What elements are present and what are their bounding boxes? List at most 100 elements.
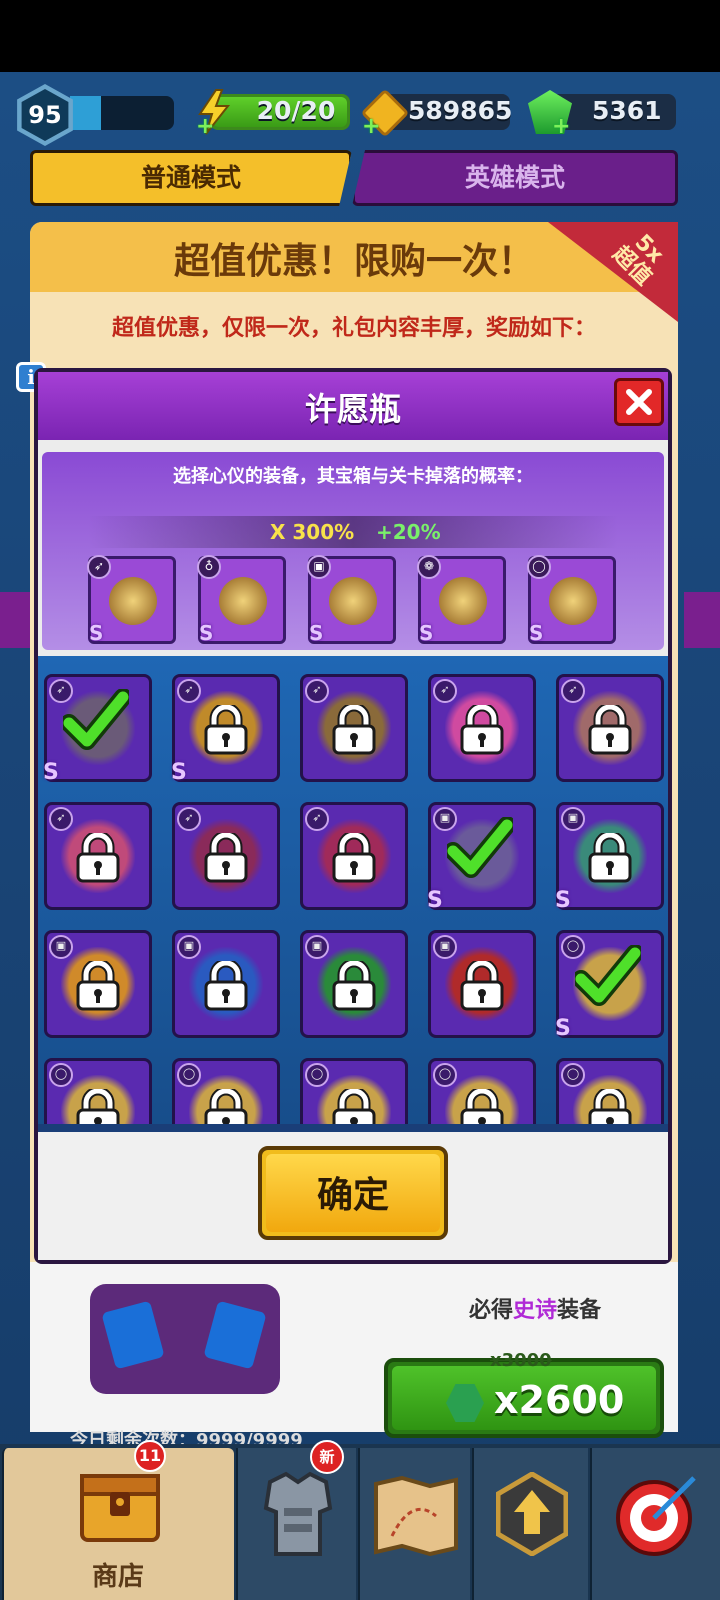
bow-category-icon: ➶ xyxy=(305,679,329,703)
checkmark-icon xyxy=(444,816,516,885)
book-category-icon: ▣ xyxy=(49,935,73,959)
add-gold-icon[interactable]: + xyxy=(362,116,380,138)
skull-tome-icon xyxy=(329,577,377,625)
grid-edge xyxy=(38,1124,668,1132)
ring-category-icon: ◯ xyxy=(305,1063,329,1087)
equipment-slot-boomerang-icon[interactable]: ➶ xyxy=(556,674,664,782)
xp-progress-bar xyxy=(70,96,174,130)
selected-item-gold-ring-icon[interactable]: ◯ S xyxy=(527,555,616,645)
armor-icon xyxy=(263,1471,333,1556)
lock-icon xyxy=(203,702,249,759)
ring-category-icon: ◯ xyxy=(433,1063,457,1087)
drop-rate-bonus: +20% xyxy=(376,520,441,544)
selected-item-skeleton-pet-icon[interactable]: ❁ S xyxy=(417,555,506,645)
close-icon xyxy=(626,389,652,415)
close-button[interactable] xyxy=(614,378,664,426)
add-gem-icon[interactable]: + xyxy=(552,116,570,138)
rarity-badge: S xyxy=(171,760,187,785)
lock-icon xyxy=(331,958,377,1015)
equipment-slot-orange-tome-icon[interactable]: ▣ xyxy=(44,930,152,1038)
ring-category-icon: ◯ xyxy=(49,1063,73,1087)
nav-item-map[interactable] xyxy=(358,1448,470,1600)
tab-hero-mode[interactable]: 英雄模式 xyxy=(352,150,678,206)
equipment-slot-blue-tome-icon[interactable]: ▣ xyxy=(172,930,280,1038)
drop-rate-multiplier: X 300% xyxy=(270,520,355,544)
xp-progress-fill xyxy=(70,96,101,130)
checkmark-icon xyxy=(572,944,644,1013)
equipment-slot-recurve-bow-icon[interactable]: ➶ xyxy=(300,802,408,910)
book-category-icon: ▣ xyxy=(561,807,585,831)
ring-category-icon: ◯ xyxy=(561,1063,585,1087)
upgrade-arrow-icon xyxy=(496,1472,568,1556)
equipment-slot-green-tome-icon[interactable]: ▣ xyxy=(300,930,408,1038)
equipment-slot-gold-ring-icon[interactable]: ◯ xyxy=(300,1058,408,1132)
crossbow-icon xyxy=(109,577,157,625)
equipment-slot-crossbow-icon[interactable]: ➶ S xyxy=(43,674,152,785)
equipment-grid[interactable]: ➶ S ➶ S ➶ ➶ ➶ ➶ ➶ ➶ ▣ S ▣ S ▣ ▣ ▣ ▣ ◯ S ◯ ◯ ◯ ◯ ◯ xyxy=(38,656,668,1132)
equipment-slot-scythe-icon[interactable]: ➶ xyxy=(172,802,280,910)
book-category-icon: ▣ xyxy=(177,935,201,959)
pet-category-icon: ❁ xyxy=(417,555,441,579)
guarantee-text: 必得史诗装备 xyxy=(468,1298,602,1323)
nav-item-upgrade[interactable] xyxy=(472,1448,588,1600)
lock-icon xyxy=(587,830,633,887)
lock-icon xyxy=(203,830,249,887)
shop-notification-badge: 11 xyxy=(134,1440,166,1472)
status-bar xyxy=(0,0,720,72)
rarity-badge: S xyxy=(555,1016,571,1041)
rarity-badge: S xyxy=(43,760,59,785)
map-icon xyxy=(374,1476,458,1556)
bow-category-icon: ➶ xyxy=(49,807,73,831)
bow-category-icon: ➶ xyxy=(433,679,457,703)
mystery-chest-icon xyxy=(90,1284,280,1394)
rarity-badge: S xyxy=(555,888,571,913)
bow-category-icon: ➶ xyxy=(87,555,111,579)
rarity-badge: S xyxy=(199,621,214,645)
equipment-slot-purple-tome-icon[interactable]: ▣ S xyxy=(427,802,536,913)
tab-normal-mode[interactable]: 普通模式 xyxy=(30,150,352,206)
nav-item-equipment[interactable] xyxy=(236,1448,356,1600)
bow-category-icon: ➶ xyxy=(177,679,201,703)
energy-value: 20/20 xyxy=(256,96,336,125)
selected-item-crossbow-icon[interactable]: ➶ S xyxy=(87,555,176,645)
game-screen: 95 + 20/20 + 589865 + 5361 普通模式 英雄模式 超值优… xyxy=(0,0,720,1600)
tab-hero-mode-label: 英雄模式 xyxy=(464,163,565,192)
side-panel-left xyxy=(0,592,30,648)
rarity-badge: S xyxy=(309,621,324,645)
equipment-slot-gold-ring-icon[interactable]: ◯ xyxy=(172,1058,280,1132)
selected-item-skull-tome-icon[interactable]: ▣ S xyxy=(307,555,396,645)
equipment-slot-gold-ring-icon[interactable]: ◯ S xyxy=(555,930,664,1041)
confirm-button-label: 确定 xyxy=(316,1175,389,1216)
player-level: 95 xyxy=(21,89,69,141)
amulet-category-icon: ♁ xyxy=(197,555,221,579)
equipment-slot-spear-icon[interactable]: ➶ xyxy=(300,674,408,782)
equipment-slot-gold-ring-icon[interactable]: ◯ xyxy=(44,1058,152,1132)
player-level-badge[interactable]: 95 xyxy=(17,84,73,146)
lock-icon xyxy=(203,958,249,1015)
selected-item-medallion-icon[interactable]: ♁ S xyxy=(197,555,286,645)
equipment-slot-magic-staff-icon[interactable]: ➶ xyxy=(428,674,536,782)
equipment-slot-dagger-icon[interactable]: ➶ xyxy=(44,802,152,910)
side-panel-right xyxy=(684,592,720,648)
rarity-badge: S xyxy=(427,888,443,913)
book-category-icon: ▣ xyxy=(307,555,331,579)
lock-icon xyxy=(331,830,377,887)
ring-category-icon: ◯ xyxy=(527,555,551,579)
wish-description: 选择心仪的装备，其宝箱与关卡掉落的概率： xyxy=(173,466,533,487)
dialog-title: 许愿瓶 xyxy=(304,390,401,428)
add-energy-icon[interactable]: + xyxy=(196,116,214,138)
tab-normal-mode-label: 普通模式 xyxy=(140,163,241,192)
nav-item-challenge[interactable] xyxy=(590,1448,720,1600)
bow-category-icon: ➶ xyxy=(305,807,329,831)
target-icon xyxy=(616,1476,696,1556)
equipment-slot-red-tome-icon[interactable]: ▣ xyxy=(428,930,536,1038)
rarity-badge: S xyxy=(419,621,434,645)
gold-value: 589865 xyxy=(408,96,513,125)
equipment-slot-teal-tome-icon[interactable]: ▣ S xyxy=(555,802,664,913)
lock-icon xyxy=(587,702,633,759)
equipment-slot-gold-ring-icon[interactable]: ◯ xyxy=(428,1058,536,1132)
equipment-slot-golden-rifle-icon[interactable]: ➶ S xyxy=(171,674,280,785)
equipment-slot-gold-ring-icon[interactable]: ◯ xyxy=(556,1058,664,1132)
nav-shop-label: 商店 xyxy=(91,1562,144,1592)
lock-icon xyxy=(331,702,377,759)
